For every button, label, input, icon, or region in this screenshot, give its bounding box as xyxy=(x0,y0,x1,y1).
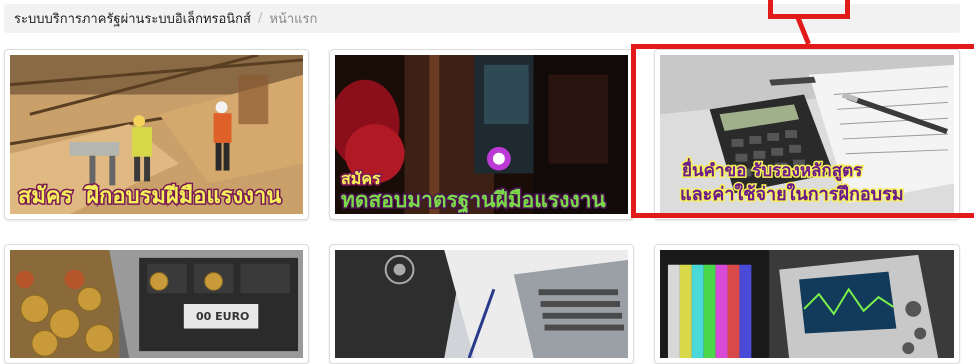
service-card-skill-test[interactable]: สมัคร ทดสอบมาตรฐานฝีมือแรงงาน xyxy=(329,49,634,220)
card-image-industrial: สมัคร ทดสอบมาตรฐานฝีมือแรงงาน xyxy=(335,55,628,214)
card-caption-line2: และค่าใช้จ่ายในการฝึกอบรม xyxy=(679,184,906,205)
card-image-calculator: ยื่นคำขอ รับรองหลักสูตร และค่าใช้จ่ายในก… xyxy=(660,55,954,214)
banknote-label: 00 EURO xyxy=(196,310,250,323)
breadcrumb: ระบบบริการภาครัฐผ่านระบบอิเล็กทรอนิกส์ /… xyxy=(4,4,960,33)
service-card-payment[interactable]: 00 EURO xyxy=(4,244,309,364)
card-caption-line1: ยื่นคำขอ รับรองหลักสูตร xyxy=(681,161,864,181)
card-caption-line2: ทดสอบมาตรฐานฝีมือแรงงาน xyxy=(340,188,608,212)
service-card-electronics[interactable] xyxy=(654,244,960,364)
service-card-curriculum-certification[interactable]: ยื่นคำขอ รับรองหลักสูตร และค่าใช้จ่ายในก… xyxy=(654,49,960,220)
card-image-oscilloscope xyxy=(660,250,954,358)
card-caption-line1: สมัคร xyxy=(16,184,73,209)
card-image-cash-box: 00 EURO xyxy=(10,250,303,358)
breadcrumb-separator: / xyxy=(258,11,263,26)
breadcrumb-home-link[interactable]: ระบบบริการภาครัฐผ่านระบบอิเล็กทรอนิกส์ xyxy=(14,8,251,29)
card-image-construction: สมัคร ฝึกอบรมฝีมือแรงงาน xyxy=(10,55,303,214)
service-card-documents[interactable] xyxy=(329,244,634,364)
breadcrumb-current: หน้าแรก xyxy=(269,12,318,27)
service-card-training-apply[interactable]: สมัคร ฝึกอบรมฝีมือแรงงาน xyxy=(4,49,309,220)
card-caption-line2: ฝึกอบรมฝีมือแรงงาน xyxy=(85,184,283,209)
card-image-passport-laptop xyxy=(335,250,628,358)
card-caption-line1: สมัคร xyxy=(340,169,383,188)
